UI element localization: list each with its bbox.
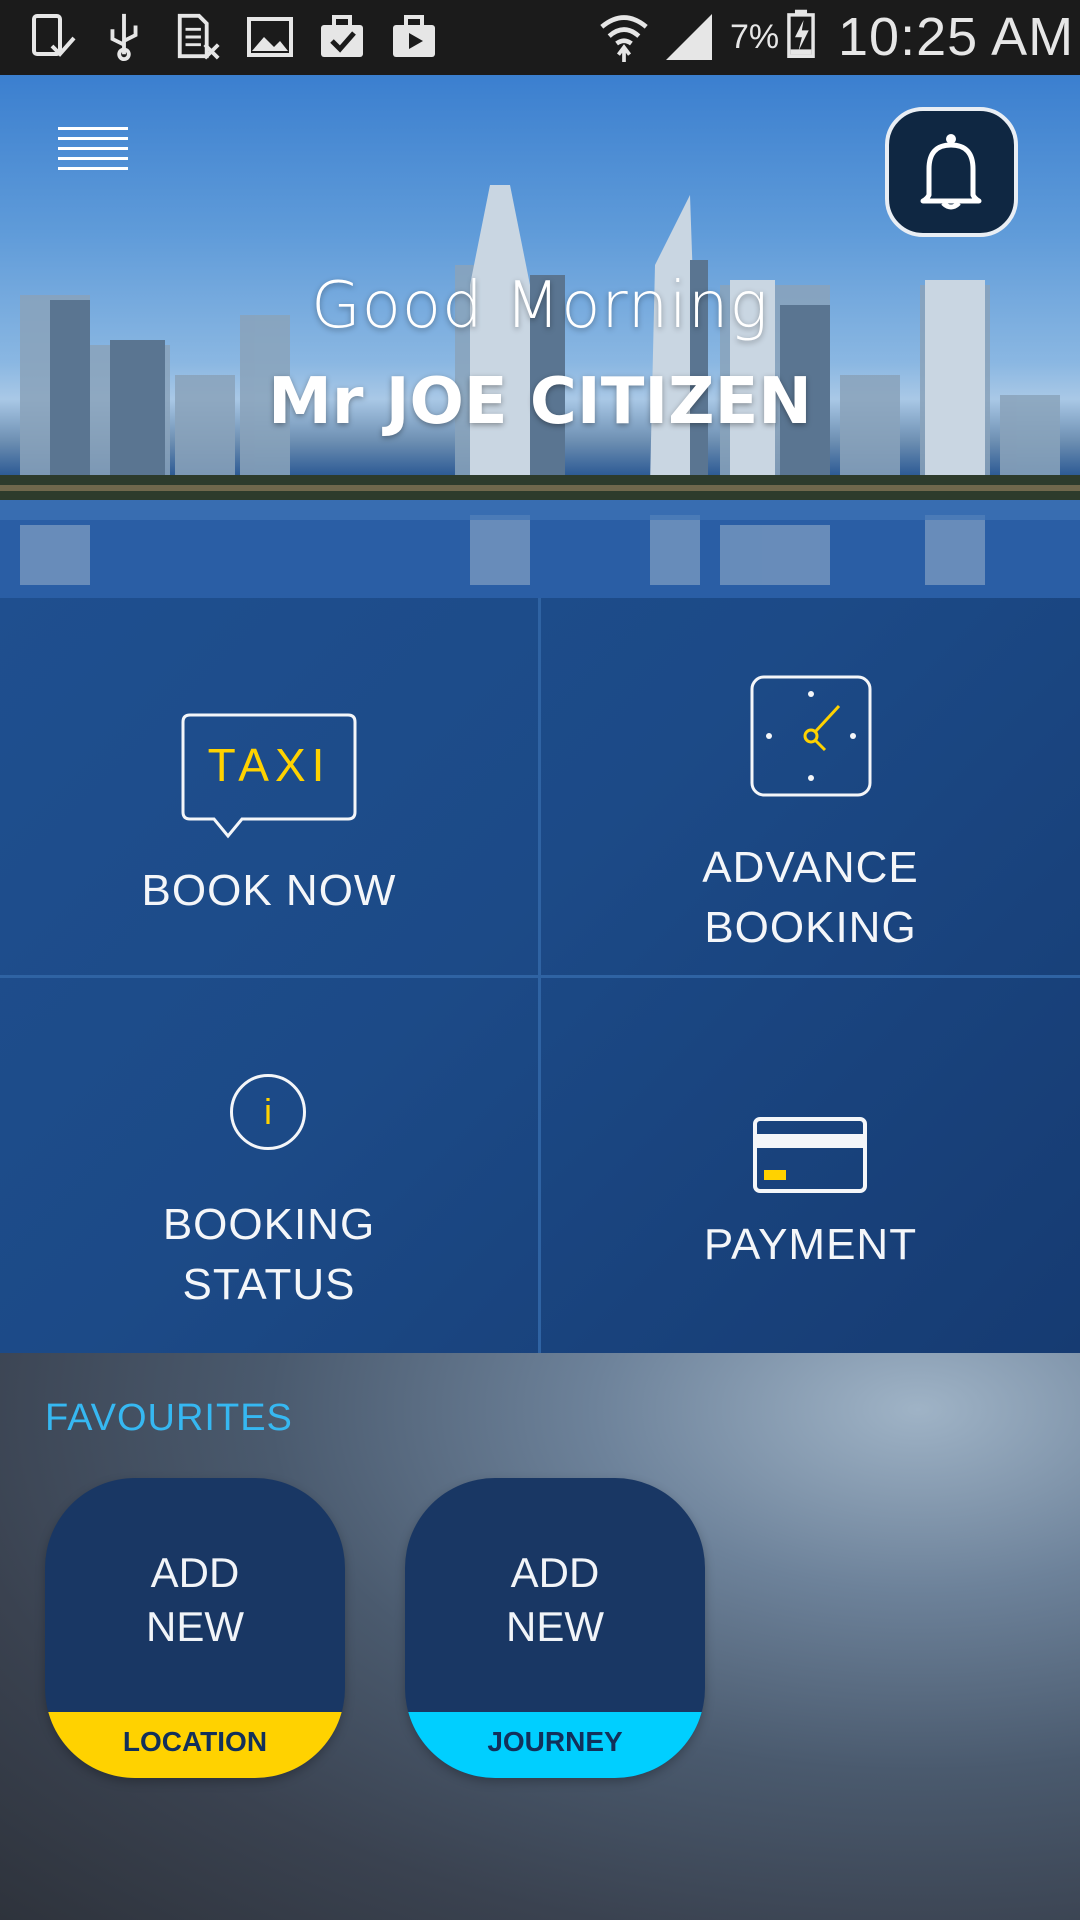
add-new-journey-text: ADD NEW xyxy=(405,1546,705,1654)
clock-icon xyxy=(750,675,872,797)
booking-status-button[interactable]: i BOOKING STATUS xyxy=(0,978,538,1353)
action-grid: TAXI BOOK NOW ADVANCE BOOKING i BOOKING … xyxy=(0,598,1080,1353)
advance-booking-button[interactable]: ADVANCE BOOKING xyxy=(541,598,1080,975)
image-icon xyxy=(247,17,293,57)
add-new-location-text: ADD NEW xyxy=(45,1546,345,1654)
hamburger-menu-icon xyxy=(58,127,128,170)
status-bar: 7% 10:25 AM xyxy=(0,0,1080,75)
fav-card-line1: ADD xyxy=(510,1549,600,1596)
credit-card-icon xyxy=(753,1117,867,1193)
signal-icon xyxy=(666,14,712,60)
advance-booking-label-line1: ADVANCE xyxy=(702,843,919,892)
book-now-label: BOOK NOW xyxy=(141,866,397,915)
fav-card-line2: NEW xyxy=(146,1603,244,1650)
usb-icon xyxy=(110,13,138,61)
location-tag: LOCATION xyxy=(45,1712,345,1778)
bell-icon xyxy=(920,134,982,210)
advance-booking-label-line2: BOOKING xyxy=(704,903,917,952)
booking-status-label: BOOKING STATUS xyxy=(0,1195,538,1315)
hero-banner: Good Morning Mr JOE CITIZEN xyxy=(0,75,1080,598)
booking-status-label-line1: BOOKING xyxy=(162,1200,376,1249)
briefcase-check-icon xyxy=(321,15,363,57)
taxi-icon-text: TAXI xyxy=(207,739,331,791)
briefcase-play-icon xyxy=(393,15,435,57)
info-icon-glyph: i xyxy=(264,1091,272,1132)
fav-card-line2: NEW xyxy=(506,1603,604,1650)
wifi-icon xyxy=(600,15,648,62)
book-now-button[interactable]: TAXI BOOK NOW xyxy=(0,598,538,975)
payment-label: PAYMENT xyxy=(703,1220,918,1269)
journey-tag: JOURNEY xyxy=(405,1712,705,1778)
add-new-journey-button[interactable]: ADD NEW JOURNEY xyxy=(405,1478,705,1778)
sim-card-x-icon xyxy=(177,13,220,60)
notifications-button[interactable] xyxy=(885,107,1018,237)
tablet-check-icon xyxy=(32,14,76,57)
favourites-section: FAVOURITES ADD NEW LOCATION ADD NEW JOUR… xyxy=(0,1353,1080,1920)
booking-status-label-line2: STATUS xyxy=(182,1260,356,1309)
user-name: Mr JOE CITIZEN xyxy=(268,365,812,439)
payment-button[interactable]: PAYMENT xyxy=(541,978,1080,1353)
favourites-title: FAVOURITES xyxy=(45,1397,293,1439)
clock: 10:25 AM xyxy=(838,7,1075,67)
menu-button[interactable] xyxy=(58,127,128,179)
add-new-location-button[interactable]: ADD NEW LOCATION xyxy=(45,1478,345,1778)
fav-card-line1: ADD xyxy=(150,1549,240,1596)
taxi-bubble-icon: TAXI xyxy=(180,712,358,842)
greeting-text: Good Morning xyxy=(311,269,769,343)
info-icon: i xyxy=(230,1074,306,1150)
battery-percent: 7% xyxy=(730,18,780,56)
battery-charging-icon xyxy=(787,9,815,58)
advance-booking-label: ADVANCE BOOKING xyxy=(541,838,1080,958)
